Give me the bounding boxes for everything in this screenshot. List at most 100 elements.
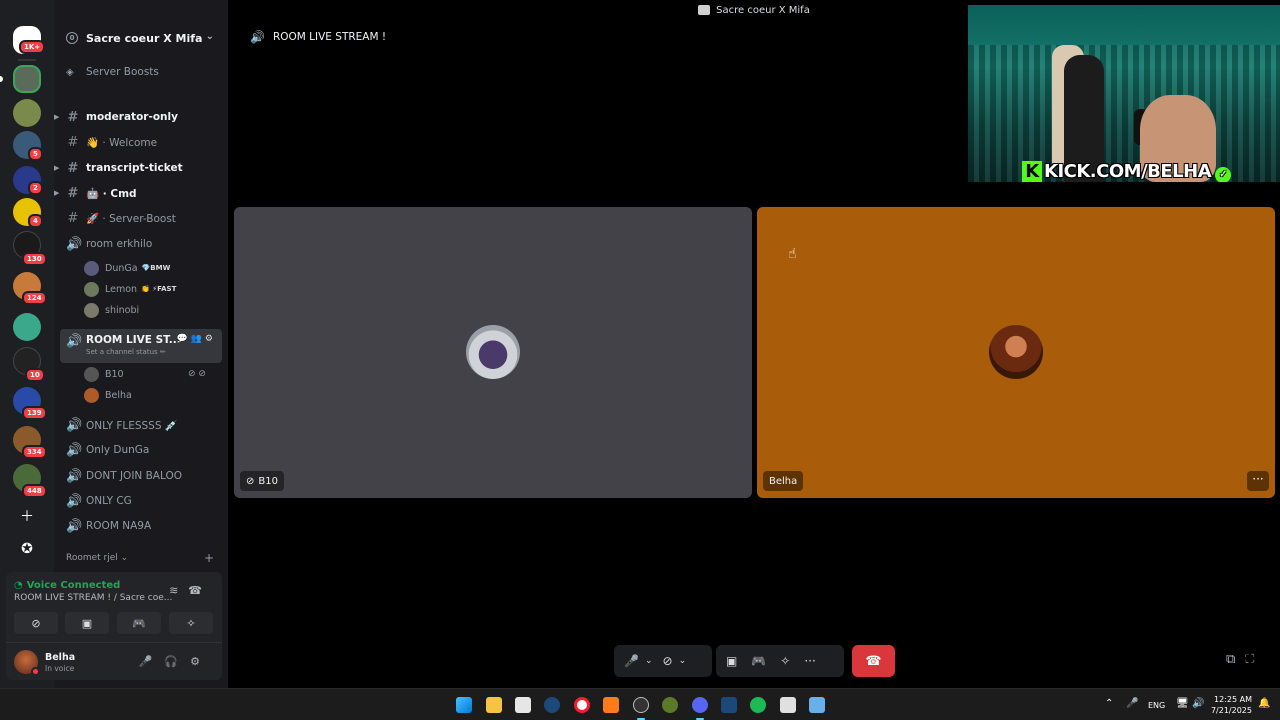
soundboard-button[interactable]: ✧: [169, 612, 213, 634]
participant-tile-belha[interactable]: Belha ···: [757, 207, 1275, 498]
avatar: [466, 325, 520, 379]
action-control-group[interactable]: ▣ 🎮 ✧ ···: [716, 645, 844, 677]
chevron-down-icon[interactable]: ⌄: [645, 656, 653, 666]
voice-channel[interactable]: 🔊 ONLY CG: [60, 490, 222, 512]
speaker-icon: 🔊: [66, 493, 83, 509]
server-badge: 124: [22, 291, 47, 305]
app-icon[interactable]: [603, 697, 619, 713]
voice-channel[interactable]: 🔊 ROOM NA9A: [60, 515, 222, 537]
voice-channel[interactable]: 🔊 Only DunGa: [60, 439, 222, 461]
video-off-icon: ⊘: [246, 475, 255, 487]
voice-channel-room-erkhilo[interactable]: 🔊 room erkhilo: [60, 233, 222, 255]
discover-icon[interactable]: ✪: [15, 537, 39, 561]
stage-corner-controls[interactable]: ⧉⛶: [1226, 652, 1264, 667]
notepad-icon[interactable]: [809, 697, 825, 713]
voice-member[interactable]: Belha: [84, 385, 132, 405]
hangup-icon: ☎: [865, 653, 882, 669]
camera-off-icon[interactable]: ⊘: [663, 654, 673, 668]
user-controls[interactable]: 🎤🎧⚙: [139, 655, 212, 668]
voice-status-label: Voice Connected: [26, 580, 121, 591]
channel-tools[interactable]: 💬👥⚙: [177, 334, 216, 344]
microphone-tray-icon[interactable]: 🎤: [1126, 698, 1138, 709]
server-icon[interactable]: [13, 99, 41, 127]
steam-icon[interactable]: [721, 697, 737, 713]
server-badge: 130: [22, 252, 47, 266]
channel-cmd[interactable]: ▶ # 🤖 · Cmd: [54, 182, 222, 204]
voice-member[interactable]: Lemon 👏 ⚡FAST: [84, 279, 176, 299]
store-icon[interactable]: [515, 697, 531, 713]
steam-icon[interactable]: [544, 697, 560, 713]
opera-icon[interactable]: [574, 697, 590, 713]
more-options-button[interactable]: ···: [1247, 471, 1269, 491]
app-icon[interactable]: [662, 697, 678, 713]
server-badge: 448: [22, 484, 47, 498]
voice-channel[interactable]: 🔊 DONT JOIN BALOO: [60, 465, 222, 487]
unread-arrow-icon: ▶: [54, 189, 60, 197]
soundboard-icon[interactable]: ✧: [780, 654, 790, 668]
taskbar-clock[interactable]: 12:25 AM 7/21/2025: [1210, 694, 1252, 716]
room-header: 🔊 ROOM LIVE STREAM !: [250, 30, 386, 44]
hash-icon: #: [67, 160, 79, 176]
participant-name-tag: Belha: [763, 471, 804, 491]
voice-member[interactable]: DunGa 💎BMW: [84, 258, 170, 278]
avatar[interactable]: [14, 650, 40, 676]
voice-panel-actions[interactable]: ≋☎: [169, 584, 212, 597]
obs-icon[interactable]: [633, 697, 649, 713]
channel-transcript-ticket[interactable]: ▶ # transcript-ticket: [54, 157, 222, 179]
chevron-down-icon[interactable]: ⌄: [679, 656, 687, 666]
voice-connected-status[interactable]: ◔ Voice Connected: [14, 580, 120, 591]
screen-share-icon[interactable]: ▣: [726, 654, 737, 668]
chevron-down-icon[interactable]: ⌄: [206, 31, 214, 42]
voice-member[interactable]: shinobi: [84, 300, 139, 320]
category-header[interactable]: Roomet rjel ⌄: [66, 553, 128, 563]
file-explorer-icon[interactable]: [486, 697, 502, 713]
member-name: Lemon: [105, 283, 138, 295]
voice-channel[interactable]: 🔊 ONLY FLESSSS 💉: [60, 414, 222, 436]
network-icon[interactable]: 🖥: [1176, 698, 1189, 709]
channel-moderator-only[interactable]: ▶ # moderator-only: [54, 106, 222, 128]
discord-icon[interactable]: [692, 697, 708, 713]
activity-icon[interactable]: 🎮: [751, 654, 766, 668]
participant-tile-b10[interactable]: ⊘ B10: [234, 207, 752, 498]
microphone-icon[interactable]: 🎤: [624, 654, 639, 668]
server-icon[interactable]: [13, 313, 41, 341]
speaker-icon: 🔊: [66, 468, 83, 484]
member-name: Belha: [105, 389, 132, 401]
add-channel-icon[interactable]: +: [204, 551, 214, 565]
channel-status-input[interactable]: Set a channel status ✏: [86, 348, 166, 356]
camera-off-button[interactable]: ⊘: [14, 612, 58, 634]
screen-share-button[interactable]: ▣: [65, 612, 109, 634]
spotify-icon[interactable]: [750, 697, 766, 713]
server-icon[interactable]: [13, 65, 41, 93]
epic-games-icon[interactable]: [780, 697, 796, 713]
more-icon[interactable]: ···: [804, 654, 815, 668]
server-boosts-label: Server Boosts: [86, 66, 159, 78]
voice-channel-room-live-stream[interactable]: 🔊 ROOM LIVE ST... Set a channel status ✏…: [60, 329, 222, 363]
server-boosts-link[interactable]: ◈ Server Boosts: [66, 66, 159, 78]
channel-welcome[interactable]: # 👋 · Welcome: [60, 131, 222, 153]
participant-name: B10: [258, 475, 278, 487]
voice-member[interactable]: B10 ⊘ ⊘: [84, 364, 206, 384]
add-server-icon[interactable]: ＋: [15, 504, 39, 528]
tray-overflow-icon[interactable]: ⌃: [1105, 698, 1113, 709]
channel-label: DONT JOIN BALOO: [86, 470, 182, 482]
volume-icon[interactable]: 🔊: [1192, 698, 1204, 709]
activity-button[interactable]: 🎮: [117, 612, 161, 634]
voice-channel-link[interactable]: ROOM LIVE STREAM ! / Sacre coe...: [14, 593, 172, 603]
mic-control-group[interactable]: 🎤 ⌄ ⊘ ⌄: [614, 645, 712, 677]
channel-label: Only DunGa: [86, 444, 150, 456]
guild-header[interactable]: 0 Sacre coeur X Mifa ⌄: [54, 22, 228, 54]
server-badge: 10: [25, 368, 45, 382]
disconnect-button[interactable]: ☎: [852, 645, 895, 677]
hand-cursor-icon: ☝: [788, 246, 797, 262]
date: 7/21/2025: [1210, 706, 1252, 715]
avatar: [84, 366, 99, 382]
language-indicator[interactable]: ENG: [1148, 701, 1165, 710]
avatar: [84, 260, 99, 276]
rail-separator: [18, 59, 36, 61]
channel-server-boost[interactable]: # 🚀 · Server-Boost: [60, 207, 222, 229]
member-name: B10: [105, 368, 124, 380]
signal-icon: ◔: [14, 580, 23, 591]
notification-icon[interactable]: 🔔: [1258, 698, 1270, 709]
windows-start-icon[interactable]: [456, 697, 472, 713]
